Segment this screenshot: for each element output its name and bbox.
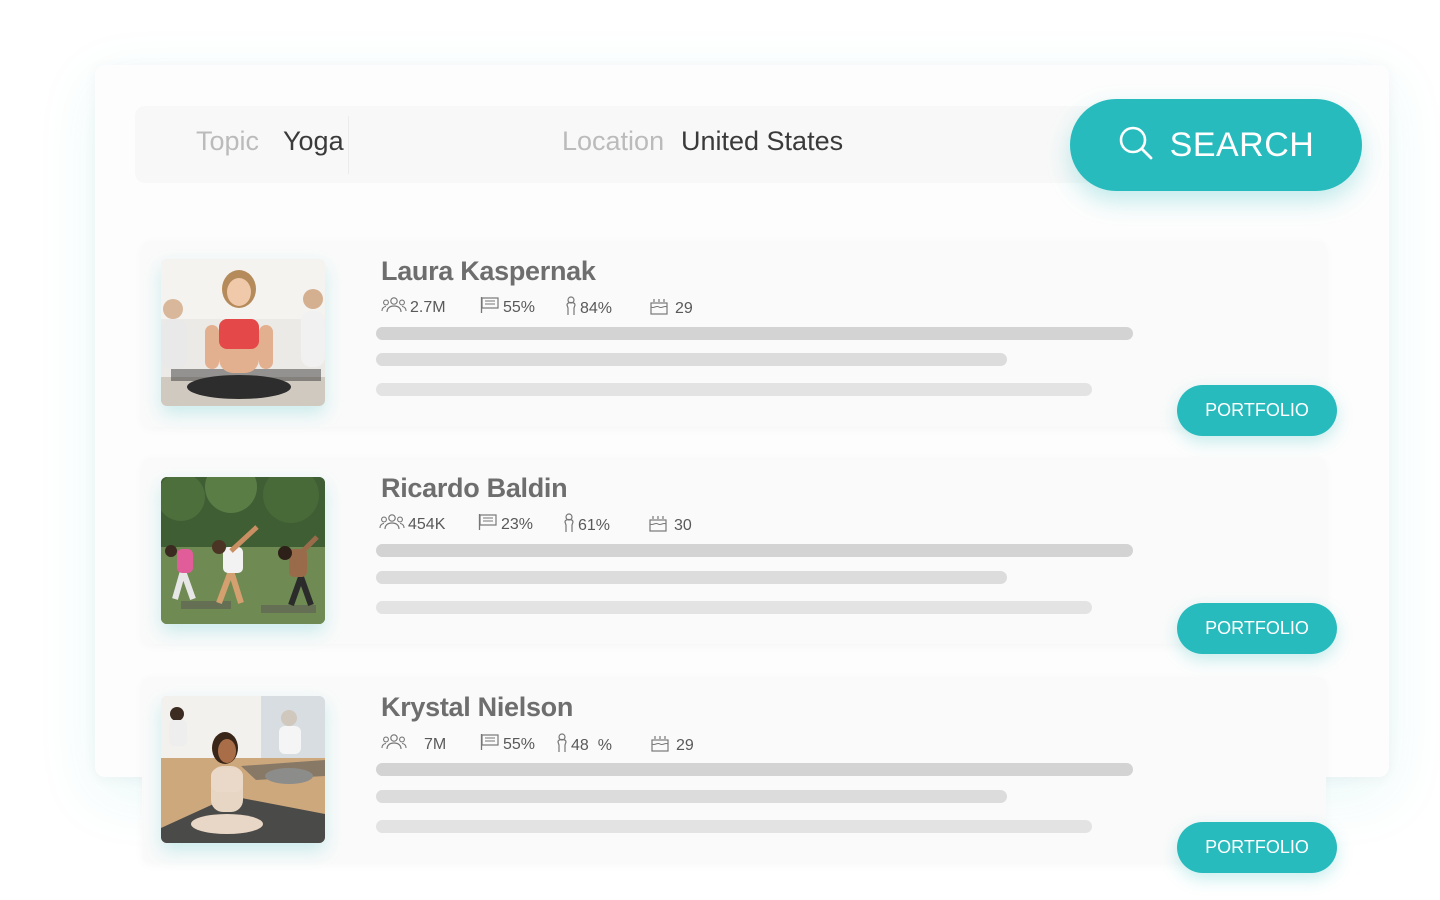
field-divider (348, 116, 349, 174)
search-button-label: SEARCH (1169, 125, 1315, 164)
placeholder-line (376, 820, 1092, 833)
followers-stat: 7M (381, 733, 446, 756)
country-stat: 55% (480, 733, 535, 756)
influencer-photo (161, 259, 325, 406)
followers-icon (381, 733, 407, 756)
flag-icon (478, 513, 498, 536)
location-input[interactable]: United States (681, 126, 843, 157)
influencer-photo (161, 477, 325, 624)
gender-icon (565, 296, 577, 321)
gender-stat: 61% (563, 513, 610, 538)
age-stat: 29 (650, 733, 694, 758)
country-stat: 23% (478, 513, 533, 536)
placeholder-line (376, 601, 1092, 614)
age-stat: 30 (648, 513, 692, 538)
influencer-name: Krystal Nielson (381, 692, 574, 722)
influencer-photo (161, 696, 325, 843)
placeholder-line (376, 353, 1007, 366)
portfolio-button[interactable]: PORTFOLIO (1177, 385, 1337, 436)
topic-input[interactable]: Yoga (283, 126, 344, 157)
portfolio-button[interactable]: PORTFOLIO (1177, 603, 1337, 654)
flag-icon (480, 733, 500, 756)
country-stat: 55% (480, 296, 535, 319)
cake-icon (649, 296, 669, 321)
location-label: Location (562, 126, 665, 156)
followers-icon (381, 296, 407, 319)
search-icon (1118, 125, 1154, 166)
portfolio-button[interactable]: PORTFOLIO (1177, 822, 1337, 873)
age-stat: 29 (649, 296, 693, 321)
placeholder-line (376, 763, 1133, 776)
topic-label: Topic (196, 126, 260, 156)
placeholder-line (376, 544, 1133, 557)
placeholder-line (376, 790, 1007, 803)
followers-stat: 454K (379, 513, 445, 536)
gender-icon (563, 513, 575, 538)
flag-icon (480, 296, 500, 319)
influencer-name: Ricardo Baldin (381, 473, 568, 503)
followers-stat: 2.7M (381, 296, 446, 319)
placeholder-line (376, 571, 1007, 584)
search-button[interactable]: SEARCH (1070, 99, 1362, 191)
influencer-name: Laura Kaspernak (381, 256, 596, 286)
placeholder-line (376, 327, 1133, 340)
gender-stat: 84% (565, 296, 612, 321)
followers-icon (379, 513, 405, 536)
cake-icon (648, 513, 668, 538)
gender-stat: 48 % (556, 733, 612, 758)
placeholder-line (376, 383, 1092, 396)
cake-icon (650, 733, 670, 758)
gender-icon (556, 733, 568, 758)
